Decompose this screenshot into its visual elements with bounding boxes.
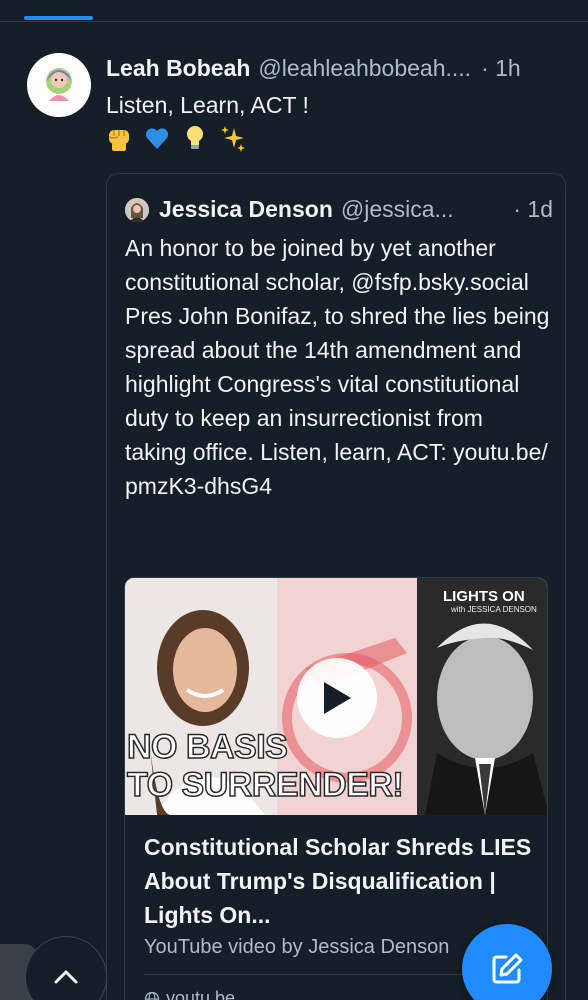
embed-title[interactable]: Constitutional Scholar Shreds LIES About… [144,830,534,932]
post-timestamp[interactable]: · 1h [481,55,521,82]
sparkles-icon [220,124,246,152]
thumbnail-overlay-text: NO BASIS TO SURRENDER! [126,727,404,805]
quoted-post-card[interactable]: Jessica Denson @jessica... · 1d An honor… [106,173,566,1000]
raised-fist-icon [106,124,132,152]
author-avatar[interactable] [27,53,91,117]
quoted-author-display-name[interactable]: Jessica Denson [159,196,333,223]
avatar-illustration-icon [34,60,84,110]
quoted-author-avatar[interactable] [125,198,149,222]
chevron-up-icon [54,970,78,984]
scroll-to-top-button[interactable] [25,936,107,1000]
quoted-post-timestamp[interactable]: · 1d [513,196,553,223]
post-text: Listen, Learn, ACT ! [106,92,309,118]
compose-pencil-icon [492,953,523,984]
play-icon [324,682,351,714]
feed-screen: Leah Bobeah @leahleahbobeah.... · 1h Lis… [0,0,588,1000]
quoted-author-handle[interactable]: @jessica... [341,196,454,223]
blue-heart-icon [144,124,170,152]
feed-tab-bar [0,0,588,22]
author-handle[interactable]: @leahleahbobeah.... [258,55,471,82]
embed-domain-row: youtu.be [144,988,235,1000]
quoted-post-header: Jessica Denson @jessica... · 1d [159,196,553,223]
author-display-name[interactable]: Leah Bobeah [106,55,250,82]
play-button[interactable] [297,658,377,738]
lights-on-logo: LIGHTS ON with JESSICA DENSON [443,588,537,614]
light-bulb-icon [182,124,208,152]
embed-domain: youtu.be [166,988,236,1000]
quoted-avatar-photo-icon [125,198,149,222]
post-emoji-row [106,124,246,152]
post-header: Leah Bobeah @leahleahbobeah.... · 1h [106,55,576,87]
video-thumbnail[interactable]: LIGHTS ON with JESSICA DENSON NO BASIS T… [125,578,547,815]
active-tab-indicator [24,16,93,20]
globe-icon [144,991,160,1000]
quoted-post-text: An honor to be joined by yet another con… [125,235,550,499]
